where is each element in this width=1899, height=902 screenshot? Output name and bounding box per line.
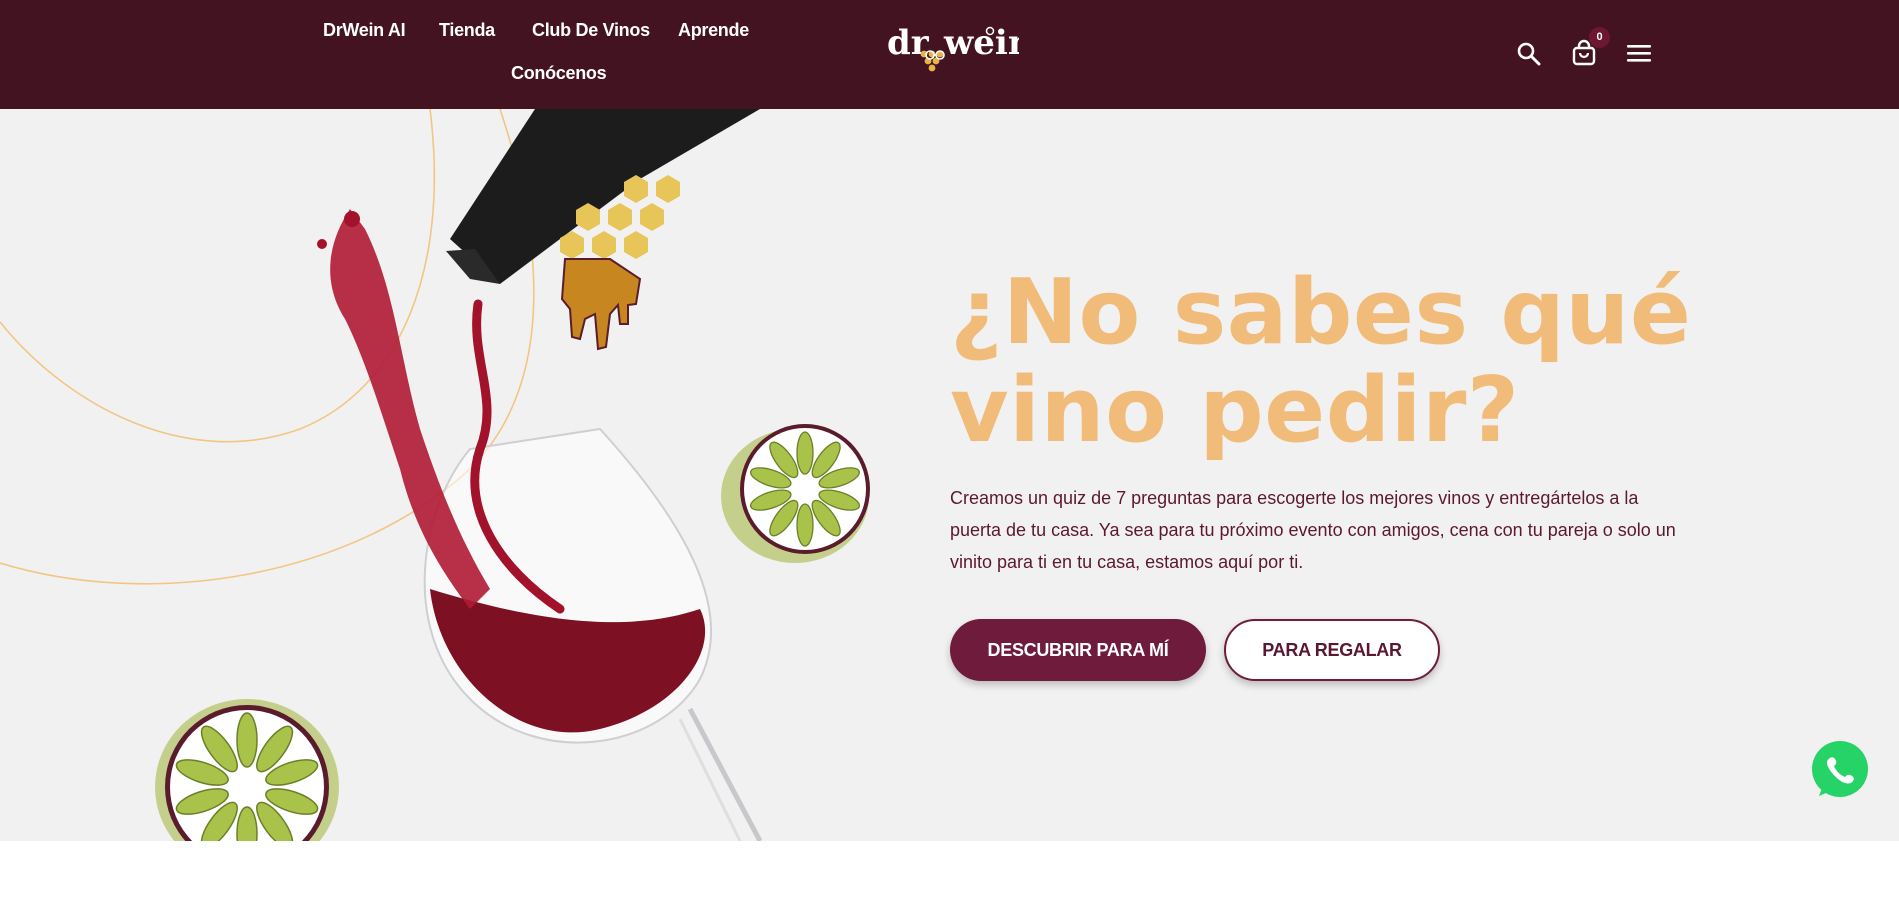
discover-for-me-button[interactable]: DESCUBRIR PARA MÍ [950,619,1206,681]
nav-item-club-de-vinos[interactable]: Club De Vinos [532,20,650,41]
site-header: DrWein AI Tienda Club De Vinos Aprende C… [0,0,1899,109]
drwein-logo[interactable]: dr wein [884,20,1019,82]
honey-drip [560,258,642,351]
wine-pour-illustration [0,109,870,841]
lime-slice-left [155,699,339,841]
menu-icon[interactable] [1626,42,1652,64]
hero-description: Creamos un quiz de 7 preguntas para esco… [950,488,1676,572]
nav-item-conocenos[interactable]: Conócenos [511,63,607,84]
hero-headline: ¿No sabes qué vino pedir? [950,260,1692,463]
svg-text:wein: wein [943,23,1019,63]
whatsapp-icon[interactable] [1809,740,1871,802]
gift-button[interactable]: PARA REGALAR [1224,619,1440,681]
nav-item-drwein-ai[interactable]: DrWein AI [323,20,406,41]
nav-item-tienda[interactable]: Tienda [439,20,495,41]
nav-item-aprende[interactable]: Aprende [678,20,749,41]
search-icon[interactable] [1516,41,1542,67]
lime-slice-right [721,424,870,563]
hero-section: ¿No sabes qué vino pedir? Creamos un qui… [0,109,1899,841]
cart-count-badge: 0 [1589,27,1610,48]
